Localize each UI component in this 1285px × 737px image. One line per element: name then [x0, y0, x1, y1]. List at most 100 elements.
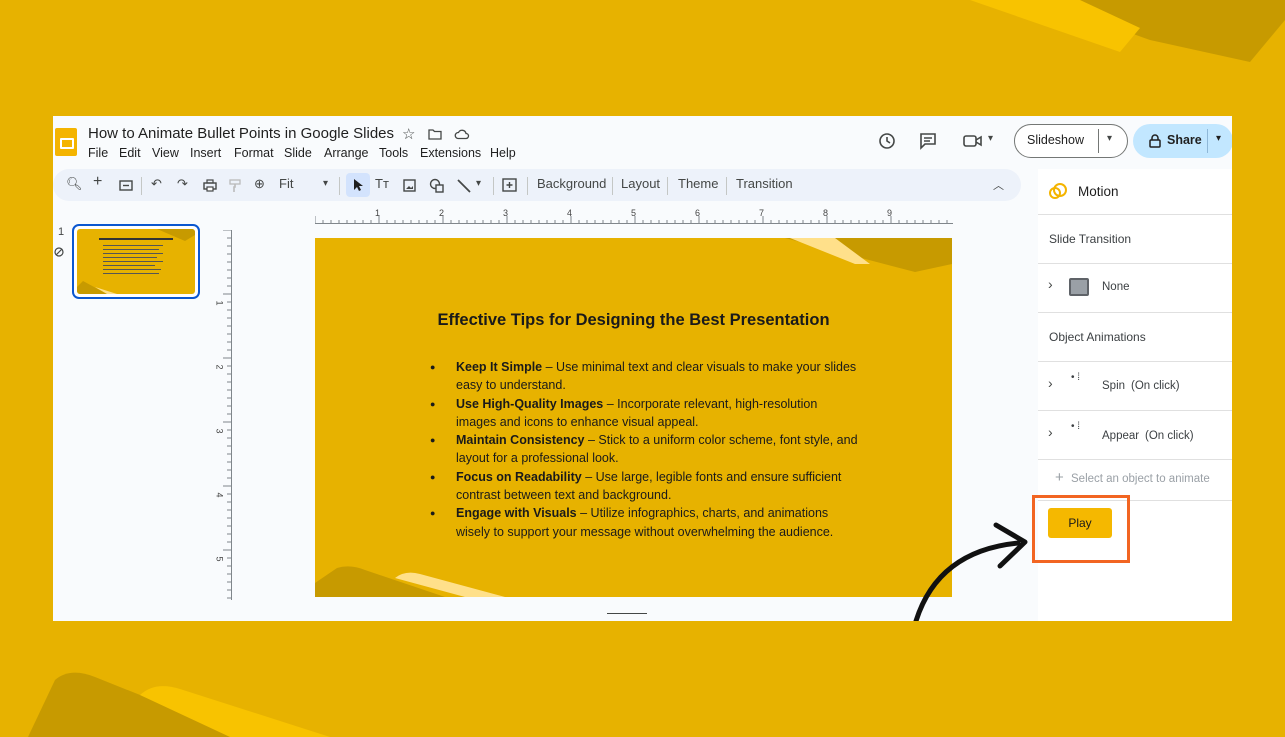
transition-button[interactable]: Transition — [736, 176, 793, 191]
meet-dropdown-icon[interactable]: ▾ — [988, 133, 993, 144]
star-icon[interactable]: ☆ — [402, 125, 415, 143]
animation-trigger: (On click) — [1131, 380, 1180, 392]
add-comment-icon[interactable] — [502, 178, 517, 193]
divider — [1207, 129, 1208, 153]
google-slides-window: How to Animate Bullet Points in Google S… — [53, 116, 1232, 621]
ruler-label: 4 — [214, 492, 225, 498]
shape-icon[interactable] — [429, 178, 444, 193]
redo-icon[interactable]: ↷ — [177, 176, 188, 192]
background-button[interactable]: Background — [537, 176, 606, 191]
slide-number: 1 — [58, 226, 65, 238]
pointer-arrow — [913, 522, 1028, 621]
new-slide-layout-icon[interactable] — [119, 180, 133, 191]
object-animations-section: Object Animations — [1038, 313, 1232, 362]
ruler-label: 4 — [567, 208, 573, 218]
document-title[interactable]: How to Animate Bullet Points in Google S… — [88, 125, 394, 142]
share-button[interactable]: Share — [1167, 133, 1202, 147]
bullet-item: Engage with Visuals – Utilize infographi… — [430, 504, 860, 541]
meet-camera-icon[interactable] — [963, 134, 983, 148]
search-menus-icon[interactable]: 🔍︎ — [66, 176, 83, 192]
menu-view[interactable]: View — [152, 146, 179, 160]
slides-logo-icon[interactable] — [55, 128, 77, 156]
bullet-item: Keep It Simple – Use minimal text and cl… — [430, 358, 860, 395]
new-slide-icon[interactable]: + — [93, 173, 102, 191]
bullet-list[interactable]: Keep It Simple – Use minimal text and cl… — [430, 358, 860, 541]
menu-file[interactable]: File — [88, 146, 108, 160]
ruler-label: 2 — [439, 208, 445, 218]
menu-format[interactable]: Format — [234, 146, 274, 160]
chevron-right-icon[interactable]: › — [1048, 375, 1053, 391]
line-icon[interactable] — [457, 179, 471, 193]
animation-row-appear[interactable]: › • ⁞ Appear (On click) — [1038, 411, 1232, 460]
menu-tools[interactable]: Tools — [379, 146, 408, 160]
share-dropdown-icon[interactable]: ▾ — [1216, 133, 1221, 144]
slide-transition-heading: Slide Transition — [1049, 232, 1132, 246]
lock-icon — [1149, 134, 1161, 148]
chevron-right-icon[interactable]: › — [1048, 424, 1053, 440]
thumbnail-text-line — [103, 257, 157, 258]
slide-canvas[interactable]: Effective Tips for Designing the Best Pr… — [315, 238, 952, 597]
print-icon[interactable] — [203, 179, 217, 192]
slide-transition-section: Slide Transition — [1038, 215, 1232, 264]
ruler-label: 1 — [375, 208, 381, 218]
transition-row[interactable]: › None — [1038, 264, 1232, 313]
transition-value: None — [1102, 281, 1130, 293]
slide-thumbnail[interactable] — [72, 224, 200, 299]
slideshow-dropdown-icon[interactable]: ▾ — [1107, 133, 1112, 144]
divider — [667, 177, 668, 195]
move-folder-icon[interactable] — [428, 128, 442, 140]
animation-name: Appear — [1102, 430, 1140, 442]
ruler-label: 5 — [631, 208, 637, 218]
slideshow-button[interactable]: Slideshow — [1027, 133, 1084, 147]
menu-help[interactable]: Help — [490, 146, 516, 160]
thumbnail-text-line — [103, 261, 163, 262]
transition-thumbnail-icon — [1069, 278, 1089, 296]
thumbnail-title-line — [99, 238, 173, 240]
ruler-label: 7 — [759, 208, 765, 218]
cloud-status-icon[interactable] — [454, 128, 470, 140]
motion-panel-header: Motion — [1038, 169, 1232, 215]
bullet-heading: Maintain Consistency — [456, 433, 585, 448]
animation-row-spin[interactable]: › • ⁞ Spin (On click) — [1038, 362, 1232, 411]
ruler-label: 8 — [823, 208, 829, 218]
image-icon[interactable] — [403, 179, 416, 192]
paint-format-icon[interactable] — [229, 179, 241, 193]
horizontal-ruler-labels: 1 2 3 4 5 6 7 8 9 — [315, 208, 953, 218]
thumbnail-text-line — [103, 269, 161, 270]
select-object-prompt: Select an object to animate — [1071, 473, 1210, 485]
bullet-heading: Keep It Simple — [456, 360, 543, 374]
object-animations-heading: Object Animations — [1049, 330, 1146, 344]
select-tool-active[interactable] — [346, 173, 370, 197]
zoom-icon[interactable]: ⊕ — [254, 176, 265, 192]
zoom-select[interactable]: Fit — [279, 176, 293, 191]
theme-button[interactable]: Theme — [678, 176, 718, 191]
play-highlight-box — [1032, 495, 1130, 563]
collapse-toolbar-icon[interactable]: ︿ — [993, 177, 1004, 193]
zoom-dropdown-icon[interactable]: ▾ — [323, 178, 328, 189]
undo-icon[interactable]: ↶ — [151, 176, 162, 192]
slide-title[interactable]: Effective Tips for Designing the Best Pr… — [315, 311, 952, 330]
ruler-label: 3 — [214, 428, 225, 434]
menu-extensions[interactable]: Extensions — [420, 146, 481, 160]
animation-indicator-icon — [54, 247, 64, 257]
speaker-notes-handle[interactable] — [607, 613, 647, 614]
divider — [527, 177, 528, 195]
layout-button[interactable]: Layout — [621, 176, 660, 191]
menu-edit[interactable]: Edit — [119, 146, 141, 160]
thumbnail-text-line — [103, 273, 159, 274]
animation-trigger: (On click) — [1145, 430, 1194, 442]
line-dropdown-icon[interactable]: ▾ — [476, 178, 481, 189]
animation-name: Spin — [1102, 380, 1126, 392]
version-history-icon[interactable] — [878, 132, 896, 150]
text-box-icon[interactable]: Tт — [375, 176, 389, 191]
toolbar: 🔍︎ + ↶ ↷ ⊕ Fit ▾ Tт ▾ Background Layout … — [53, 169, 1021, 201]
menu-insert[interactable]: Insert — [190, 146, 221, 160]
comments-icon[interactable] — [919, 132, 937, 150]
ruler-label: 9 — [887, 208, 893, 218]
menu-arrange[interactable]: Arrange — [324, 146, 368, 160]
menu-slide[interactable]: Slide — [284, 146, 312, 160]
bullet-heading: Use High-Quality Images — [456, 396, 604, 411]
divider — [1098, 129, 1099, 153]
corner-decoration-top-right — [970, 0, 1285, 62]
chevron-right-icon[interactable]: › — [1048, 276, 1053, 292]
